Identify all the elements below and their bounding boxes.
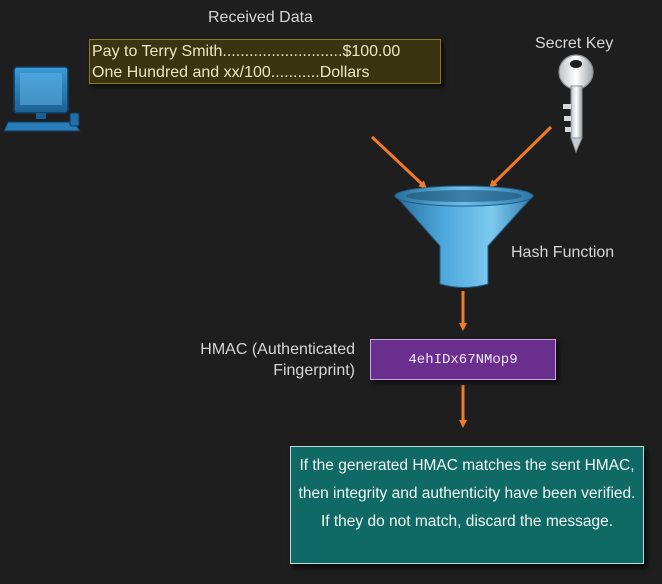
arrow-data-to-funnel [370,135,427,189]
hash-function-label: Hash Function [511,244,615,261]
received-data-line-1: Pay to Terry Smith......................… [92,43,401,60]
verification-note-text: If the generated HMAC matches the sent H… [298,457,636,530]
received-data-box: Pay to Terry Smith......................… [89,39,441,84]
hmac-label: HMAC (Authenticated Fingerprint) [200,339,355,381]
funnel-icon [394,185,535,288]
hmac-value-box: 4ehIDx67NMop9 [370,339,556,380]
key-icon [558,54,594,154]
arrow-key-to-funnel [489,125,553,188]
computer-icon [3,66,81,132]
received-data-line-2: One Hundred and xx/100...........Dollars [92,64,370,81]
hmac-label-line-2: Fingerprint) [273,362,355,379]
hmac-label-line-1: HMAC (Authenticated [200,341,355,358]
verification-note-box: If the generated HMAC matches the sent H… [290,446,644,564]
hmac-value: 4ehIDx67NMop9 [408,351,518,368]
received-data-title: Received Data [208,9,313,26]
secret-key-label: Secret Key [535,35,614,52]
